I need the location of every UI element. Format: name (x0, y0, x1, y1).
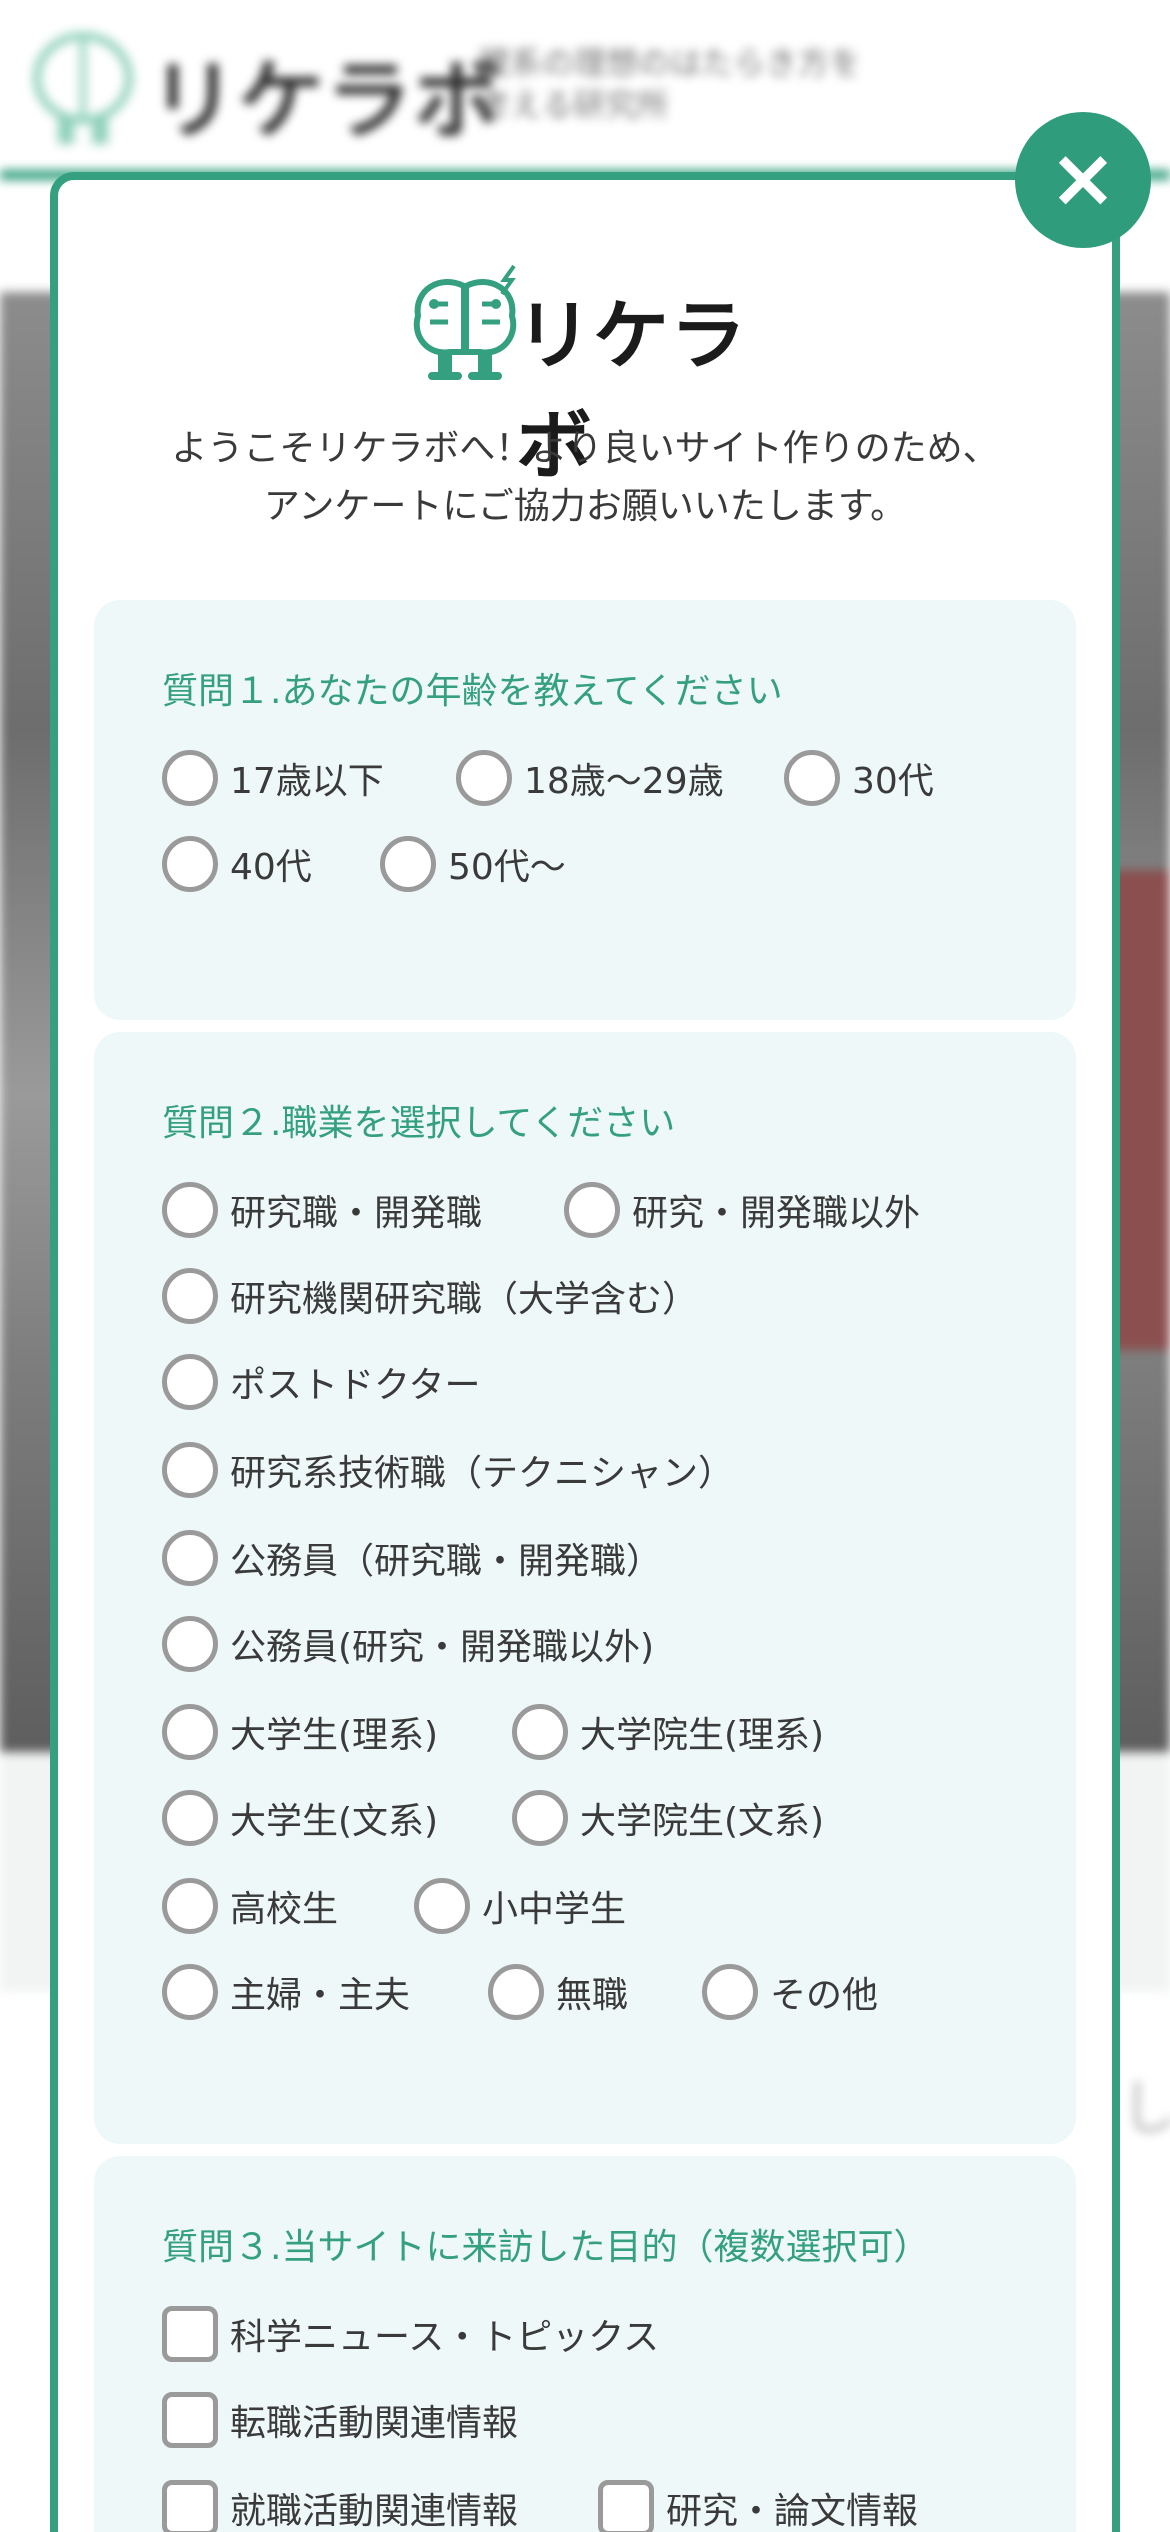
q2-option-undergrad-humanities[interactable]: 大学生(文系) (162, 1790, 438, 1846)
radio-button[interactable] (162, 1790, 218, 1846)
option-label: 研究職・開発職 (230, 1193, 483, 1234)
radio-button[interactable] (162, 836, 218, 892)
q2-option-high-school[interactable]: 高校生 (162, 1878, 338, 1934)
question-2-card: 質問２.職業を選択してください 研究職・開発職 研究・開発職以外 研究機関研究職… (94, 1032, 1076, 2144)
radio-button[interactable] (162, 1964, 218, 2020)
option-label: 主婦・主夫 (230, 1975, 411, 2016)
q2-option-elementary-middle[interactable]: 小中学生 (414, 1878, 626, 1934)
option-label: 公務員(研究・開発職以外) (230, 1627, 655, 1668)
q3-option-research-papers[interactable]: 研究・論文情報 (598, 2480, 918, 2532)
q2-option-homemaker[interactable]: 主婦・主夫 (162, 1964, 410, 2020)
option-label: 17歳以下 (230, 761, 384, 802)
checkbox[interactable] (598, 2480, 654, 2532)
radio-button[interactable] (162, 750, 218, 806)
option-label: 大学生(文系) (230, 1801, 439, 1842)
radio-button[interactable] (162, 1354, 218, 1410)
q2-option-civil-servant-other[interactable]: 公務員(研究・開発職以外) (162, 1616, 654, 1672)
close-button[interactable]: × (1015, 112, 1151, 248)
q3-option-science-news[interactable]: 科学ニュース・トピックス (162, 2306, 659, 2362)
question-1-title: 質問１.あなたの年齢を教えてください (162, 671, 783, 712)
option-label: 研究機関研究職（大学含む） (230, 1279, 699, 1320)
q1-option-18-29[interactable]: 18歳〜29歳 (456, 750, 724, 806)
option-label: 30代 (852, 761, 934, 802)
intro-text: ようこそリケラボへ！より良いサイト作りのため、 アンケートにご協力お願いいたしま… (58, 420, 1112, 536)
background-tagline: 理系の理想のはたらき方を 考える研究所 (478, 42, 898, 126)
modal-logo: リケラボ (410, 264, 790, 490)
option-label: 大学院生(理系) (580, 1715, 825, 1756)
background-header: リケラボ 理系の理想のはたらき方を 考える研究所 (0, 0, 1170, 180)
q1-option-under17[interactable]: 17歳以下 (162, 750, 384, 806)
intro-line-1: ようこそリケラボへ！より良いサイト作りのため、 (171, 428, 999, 469)
checkbox[interactable] (162, 2480, 218, 2532)
radio-button[interactable] (512, 1704, 568, 1760)
option-label: 無職 (556, 1975, 629, 2016)
q3-option-job-hunting-info[interactable]: 就職活動関連情報 (162, 2480, 518, 2532)
radio-button[interactable] (162, 1442, 218, 1498)
intro-line-2: アンケートにご協力お願いいたします。 (263, 486, 907, 527)
q1-option-30s[interactable]: 30代 (784, 750, 934, 806)
radio-button[interactable] (162, 1616, 218, 1672)
option-label: 18歳〜29歳 (524, 761, 724, 802)
q3-option-job-change-info[interactable]: 転職活動関連情報 (162, 2392, 518, 2448)
checkbox[interactable] (162, 2392, 218, 2448)
brain-logo-icon (33, 32, 133, 144)
radio-button[interactable] (512, 1790, 568, 1846)
option-label: ポストドクター (230, 1365, 481, 1406)
q2-option-unemployed[interactable]: 無職 (488, 1964, 628, 2020)
background-edge-text: し (1120, 2074, 1170, 2144)
background-tagline-line1: 理系の理想のはたらき方を (478, 44, 862, 82)
radio-button[interactable] (162, 1704, 218, 1760)
option-label: 転職活動関連情報 (230, 2403, 519, 2444)
q2-option-postdoc[interactable]: ポストドクター (162, 1354, 481, 1410)
question-3-title: 質問３.当サイトに来訪した目的（複数選択可） (162, 2227, 930, 2268)
background-tagline-line2: 考える研究所 (478, 86, 670, 124)
option-label: 公務員（研究職・開発職） (230, 1541, 663, 1582)
q2-option-technician[interactable]: 研究系技術職（テクニシャン） (162, 1442, 734, 1498)
option-label: 科学ニュース・トピックス (230, 2317, 660, 2358)
q2-option-undergrad-science[interactable]: 大学生(理系) (162, 1704, 438, 1760)
q2-option-grad-humanities[interactable]: 大学院生(文系) (512, 1790, 824, 1846)
option-label: 就職活動関連情報 (230, 2491, 519, 2532)
radio-button[interactable] (414, 1878, 470, 1934)
q2-option-grad-science[interactable]: 大学院生(理系) (512, 1704, 824, 1760)
radio-button[interactable] (380, 836, 436, 892)
question-3-card: 質問３.当サイトに来訪した目的（複数選択可） 科学ニュース・トピックス 転職活動… (94, 2156, 1076, 2532)
q1-option-40s[interactable]: 40代 (162, 836, 312, 892)
radio-button[interactable] (456, 750, 512, 806)
q2-option-non-research[interactable]: 研究・開発職以外 (564, 1182, 920, 1238)
radio-button[interactable] (162, 1878, 218, 1934)
radio-button[interactable] (784, 750, 840, 806)
radio-button[interactable] (488, 1964, 544, 2020)
option-label: その他 (770, 1975, 879, 2016)
q2-option-other[interactable]: その他 (702, 1964, 878, 2020)
survey-modal: リケラボ ようこそリケラボへ！より良いサイト作りのため、 アンケートにご協力お願… (50, 172, 1120, 2532)
option-label: 研究・論文情報 (666, 2491, 919, 2532)
radio-button[interactable] (702, 1964, 758, 2020)
checkbox[interactable] (162, 2306, 218, 2362)
radio-button[interactable] (162, 1268, 218, 1324)
q1-option-50s-plus[interactable]: 50代〜 (380, 836, 566, 892)
option-label: 小中学生 (482, 1889, 627, 1930)
question-2-title: 質問２.職業を選択してください (162, 1103, 676, 1144)
radio-button[interactable] (162, 1182, 218, 1238)
radio-button[interactable] (564, 1182, 620, 1238)
option-label: 研究系技術職（テクニシャン） (230, 1453, 735, 1494)
option-label: 高校生 (230, 1889, 339, 1930)
q2-option-researcher-developer[interactable]: 研究職・開発職 (162, 1182, 482, 1238)
option-label: 40代 (230, 847, 312, 888)
q2-option-civil-servant-research[interactable]: 公務員（研究職・開発職） (162, 1530, 662, 1586)
option-label: 50代〜 (448, 847, 566, 888)
q2-option-research-institute[interactable]: 研究機関研究職（大学含む） (162, 1268, 698, 1324)
option-label: 研究・開発職以外 (632, 1193, 921, 1234)
background-logo-text: リケラボ (150, 51, 502, 151)
question-1-card: 質問１.あなたの年齢を教えてください 17歳以下 18歳〜29歳 30代 40代… (94, 600, 1076, 1020)
option-label: 大学生(理系) (230, 1715, 439, 1756)
radio-button[interactable] (162, 1530, 218, 1586)
brain-logo-icon (413, 264, 517, 380)
option-label: 大学院生(文系) (580, 1801, 825, 1842)
